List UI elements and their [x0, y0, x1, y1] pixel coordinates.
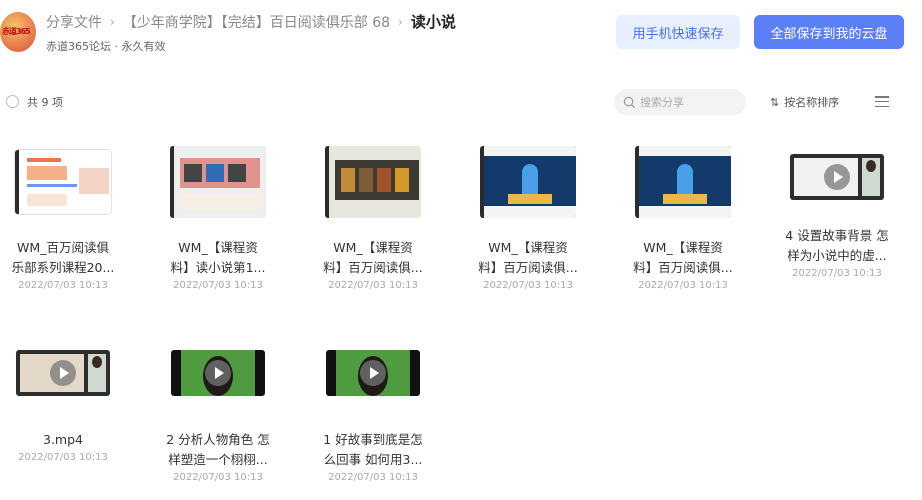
share-header: 赤道365 分享文件 › 【少年商学院】【完结】百日阅读俱乐部 68 › 读小说… — [0, 0, 922, 66]
phone-save-button[interactable]: 用手机快速保存 — [616, 15, 740, 49]
search-box[interactable] — [614, 89, 746, 115]
file-name: WM_【课程资 — [178, 240, 258, 255]
toolbar: 共 9 项 ⇅ 按名称排序 — [0, 86, 922, 118]
search-icon — [623, 96, 636, 108]
file-name-2: 料】百万阅读俱... — [478, 260, 578, 275]
video-thumbnail — [790, 154, 884, 200]
file-name: WM_【课程资 — [643, 240, 723, 255]
file-date: 2022/07/03 10:13 — [18, 452, 108, 463]
file-name: 1 好故事到底是怎 — [323, 432, 423, 447]
file-name-2: 料】读小说第1... — [170, 260, 266, 275]
file-name: 2 分析人物角色 怎 — [166, 432, 270, 447]
file-item[interactable]: WM_【课程资 料】百万阅读俱... 2022/07/03 10:13 — [613, 140, 753, 291]
sharer-avatar[interactable]: 赤道365 — [0, 12, 36, 52]
item-count: 共 9 项 — [27, 96, 63, 109]
image-thumbnail — [480, 146, 576, 218]
file-name: 3.mp4 — [43, 432, 83, 447]
avatar-text: 赤道365 — [2, 27, 31, 36]
file-date: 2022/07/03 10:13 — [328, 280, 418, 291]
image-thumbnail — [325, 146, 421, 218]
image-thumbnail — [170, 146, 266, 218]
sharer-info: 赤道365论坛 · 永久有效 — [46, 40, 166, 53]
chevron-right-icon: › — [110, 14, 115, 29]
file-item[interactable]: WM_【课程资 料】百万阅读俱... 2022/07/03 10:13 — [303, 140, 443, 291]
play-icon — [50, 360, 76, 386]
file-item[interactable]: WM_【课程资 料】读小说第1... 2022/07/03 10:13 — [148, 140, 288, 291]
sort-icon: ⇅ — [770, 95, 780, 109]
breadcrumb: 分享文件 › 【少年商学院】【完结】百日阅读俱乐部 68 › 读小说 — [46, 11, 456, 32]
file-date: 2022/07/03 10:13 — [328, 472, 418, 483]
file-item[interactable]: 2 分析人物角色 怎 样塑造一个栩栩... 2022/07/03 10:13 — [148, 344, 288, 483]
play-icon — [360, 360, 386, 386]
file-name-2: 料】百万阅读俱... — [323, 260, 423, 275]
view-menu-icon[interactable] — [875, 96, 889, 108]
breadcrumb-current: 读小说 — [410, 13, 456, 31]
file-name-2: 样塑造一个栩栩... — [168, 452, 268, 467]
file-item[interactable]: 3.mp4 2022/07/03 10:13 — [0, 344, 133, 463]
search-input[interactable] — [640, 95, 735, 109]
image-thumbnail — [15, 150, 111, 214]
breadcrumb-folder[interactable]: 【少年商学院】【完结】百日阅读俱乐部 68 — [123, 12, 390, 32]
video-thumbnail — [326, 350, 420, 396]
file-date: 2022/07/03 10:13 — [638, 280, 728, 291]
file-name-2: 乐部系列课程20... — [11, 260, 115, 275]
file-item[interactable]: WM_【课程资 料】百万阅读俱... 2022/07/03 10:13 — [458, 140, 598, 291]
save-all-button[interactable]: 全部保存到我的云盘 — [754, 15, 904, 49]
file-date: 2022/07/03 10:13 — [173, 472, 263, 483]
file-date: 2022/07/03 10:13 — [792, 268, 882, 279]
file-name: 4 设置故事背景 怎 — [785, 228, 889, 243]
file-date: 2022/07/03 10:13 — [173, 280, 263, 291]
file-item[interactable]: 1 好故事到底是怎 么回事 如何用3... 2022/07/03 10:13 — [303, 344, 443, 483]
file-name-2: 么回事 如何用3... — [323, 452, 423, 467]
play-icon — [824, 164, 850, 190]
file-name: WM_【课程资 — [488, 240, 568, 255]
file-name-2: 样为小说中的虚... — [787, 248, 887, 263]
select-all-checkbox[interactable] — [6, 95, 19, 108]
file-name-2: 料】百万阅读俱... — [633, 260, 733, 275]
chevron-right-icon: › — [398, 14, 403, 29]
image-thumbnail — [635, 146, 731, 218]
play-icon — [205, 360, 231, 386]
file-date: 2022/07/03 10:13 — [18, 280, 108, 291]
breadcrumb-root[interactable]: 分享文件 — [46, 12, 102, 32]
sort-label: 按名称排序 — [784, 96, 840, 109]
file-name: WM_【课程资 — [333, 240, 413, 255]
file-name: WM_百万阅读俱 — [17, 240, 109, 255]
file-item[interactable]: 4 设置故事背景 怎 样为小说中的虚... 2022/07/03 10:13 — [767, 140, 907, 279]
file-item[interactable]: WM_百万阅读俱 乐部系列课程20... 2022/07/03 10:13 — [0, 140, 133, 291]
file-date: 2022/07/03 10:13 — [483, 280, 573, 291]
video-thumbnail — [171, 350, 265, 396]
video-thumbnail — [16, 350, 110, 396]
sort-button[interactable]: ⇅ 按名称排序 — [770, 94, 839, 110]
